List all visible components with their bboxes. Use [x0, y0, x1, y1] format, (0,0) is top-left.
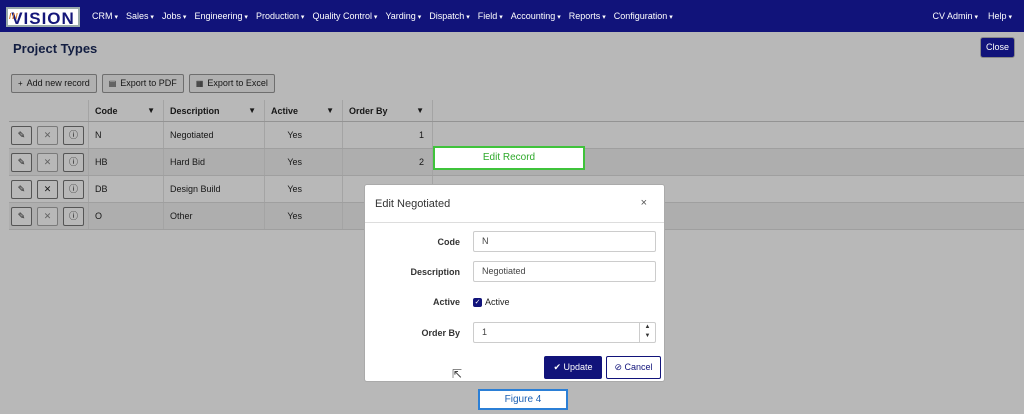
menu-accounting[interactable]: Accounting — [511, 11, 561, 21]
order-by-value: 1 — [482, 327, 488, 337]
menu-user[interactable]: CV Admin — [933, 11, 979, 21]
description-row: Description Negotiated — [365, 261, 666, 282]
description-field[interactable]: Negotiated — [473, 261, 656, 282]
menu-field[interactable]: Field — [478, 11, 503, 21]
close-icon[interactable]: × — [641, 197, 647, 209]
logo-accent: /// — [9, 12, 19, 21]
order-label: Order By — [421, 327, 460, 338]
vision-logo[interactable]: ///VISION — [6, 7, 80, 28]
active-row: Active ✓ Active — [365, 293, 666, 311]
menu-dispatch[interactable]: Dispatch — [429, 11, 469, 21]
menu-reports[interactable]: Reports — [569, 11, 606, 21]
cancel-icon: ⊘ — [614, 362, 625, 372]
menu-quality-control[interactable]: Quality Control — [312, 11, 377, 21]
cancel-label: Cancel — [624, 362, 653, 372]
mouse-cursor-icon: ⇱ — [452, 367, 463, 381]
code-field[interactable]: N — [473, 231, 656, 252]
menu-crm[interactable]: CRM — [92, 11, 118, 21]
cancel-button[interactable]: ⊘ Cancel — [606, 356, 661, 379]
edit-record-callout: Edit Record — [433, 146, 585, 170]
figure-caption: Figure 4 — [478, 389, 568, 410]
dialog-title: Edit Negotiated — [365, 185, 664, 223]
menu-sales[interactable]: Sales — [126, 11, 154, 21]
main-menu: CRM Sales Jobs Engineering Production Qu… — [92, 11, 681, 21]
code-row: Code N — [365, 231, 666, 252]
menu-configuration[interactable]: Configuration — [614, 11, 673, 21]
check-icon: ✔ — [553, 362, 564, 372]
description-label: Description — [410, 266, 460, 277]
spinner-arrows-icon[interactable]: ▲ ▼ — [639, 323, 655, 342]
update-button[interactable]: ✔ Update — [544, 356, 602, 379]
order-row: Order By 1 ▲ ▼ — [365, 322, 666, 343]
code-label: Code — [437, 236, 461, 247]
update-label: Update — [563, 362, 593, 372]
logo-text: VISION — [11, 9, 75, 28]
menu-production[interactable]: Production — [256, 11, 305, 21]
top-navbar: ///VISION CRM Sales Jobs Engineering Pro… — [0, 0, 1024, 32]
user-menu: CV Admin Help — [923, 11, 1012, 21]
checkmark-icon: ✓ — [473, 297, 482, 307]
edit-dialog: Edit Negotiated × Code N Description Neg… — [364, 184, 665, 382]
active-checkbox[interactable]: ✓ Active — [473, 297, 510, 307]
order-by-stepper[interactable]: 1 ▲ ▼ — [473, 322, 656, 343]
menu-engineering[interactable]: Engineering — [194, 11, 248, 21]
menu-yarding[interactable]: Yarding — [385, 11, 421, 21]
close-button[interactable]: Close — [980, 37, 1015, 58]
active-label: Active — [432, 297, 460, 307]
active-checkbox-label: Active — [485, 297, 510, 307]
menu-jobs[interactable]: Jobs — [162, 11, 186, 21]
menu-help[interactable]: Help — [988, 11, 1012, 21]
